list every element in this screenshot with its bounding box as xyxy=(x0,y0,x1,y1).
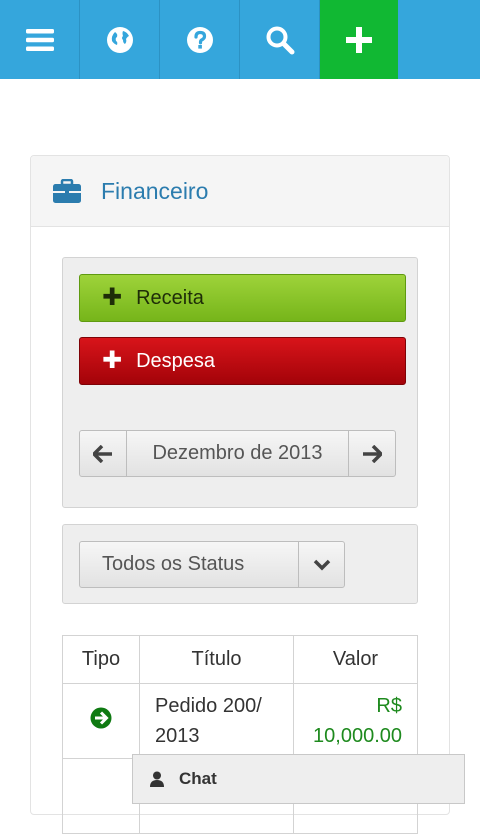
search-button[interactable] xyxy=(240,0,320,79)
table-header-row: Tipo Título Valor xyxy=(62,635,418,684)
current-month: Dezembro de 2013 xyxy=(152,442,323,464)
tipo-cell xyxy=(62,758,140,834)
help-button[interactable] xyxy=(160,0,240,79)
add-despesa-button[interactable]: ✚ Despesa xyxy=(79,337,406,385)
prev-month-button[interactable] xyxy=(80,431,127,476)
chat-label: Chat xyxy=(179,769,217,788)
globe-button[interactable] xyxy=(80,0,160,79)
plus-icon: ✚ xyxy=(102,347,123,374)
receita-label: Receita xyxy=(136,286,204,309)
plus-icon xyxy=(346,26,372,53)
column-header-valor[interactable]: Valor xyxy=(293,635,418,684)
actions-well: ✚ Receita ✚ Despesa Dezembro de 2013 xyxy=(62,257,418,508)
status-filter-select[interactable]: Todos os Status xyxy=(79,541,345,588)
chevron-down-icon xyxy=(299,542,344,587)
tipo-cell xyxy=(62,683,140,759)
titulo-line-1: Pedido 200/ xyxy=(155,695,262,717)
column-header-tipo[interactable]: Tipo xyxy=(62,635,140,684)
add-receita-button[interactable]: ✚ Receita xyxy=(79,274,406,322)
user-icon xyxy=(150,771,164,787)
status-filter-value: Todos os Status xyxy=(80,542,299,587)
financeiro-table: Tipo Título Valor Pedido 200/ 2013 R$ 10… xyxy=(62,635,418,834)
month-navigator: Dezembro de 2013 xyxy=(79,430,396,477)
titulo-cell: Pedido 200/ 2013 xyxy=(139,683,294,759)
next-month-button[interactable] xyxy=(348,431,395,476)
arrow-left-icon xyxy=(93,444,112,463)
filter-well: Todos os Status xyxy=(62,524,418,604)
valor-line-2: 10,000.00 xyxy=(313,725,402,747)
plus-icon: ✚ xyxy=(102,284,123,311)
search-icon xyxy=(266,26,294,54)
panel-header: Financeiro xyxy=(31,156,449,227)
valor-cell: R$ 10,000.00 xyxy=(293,683,418,759)
briefcase-icon xyxy=(53,179,81,203)
arrow-right-icon xyxy=(363,444,382,463)
globe-icon xyxy=(106,26,133,53)
help-icon xyxy=(186,26,213,53)
add-button[interactable] xyxy=(320,0,398,79)
panel-title: Financeiro xyxy=(101,177,209,204)
titulo-line-2: 2013 xyxy=(155,725,200,747)
menu-icon xyxy=(25,28,54,51)
menu-button[interactable] xyxy=(0,0,80,79)
despesa-label: Despesa xyxy=(136,349,216,372)
table-row[interactable]: Pedido 200/ 2013 R$ 10,000.00 xyxy=(62,683,418,759)
chat-tab[interactable]: Chat xyxy=(132,754,465,804)
arrow-circle-right-icon xyxy=(90,707,112,729)
column-header-titulo[interactable]: Título xyxy=(139,635,294,684)
top-navbar xyxy=(0,0,480,79)
financeiro-panel: Financeiro ✚ Receita ✚ Despesa Dezembro … xyxy=(30,155,450,834)
valor-line-1: R$ xyxy=(376,695,402,717)
